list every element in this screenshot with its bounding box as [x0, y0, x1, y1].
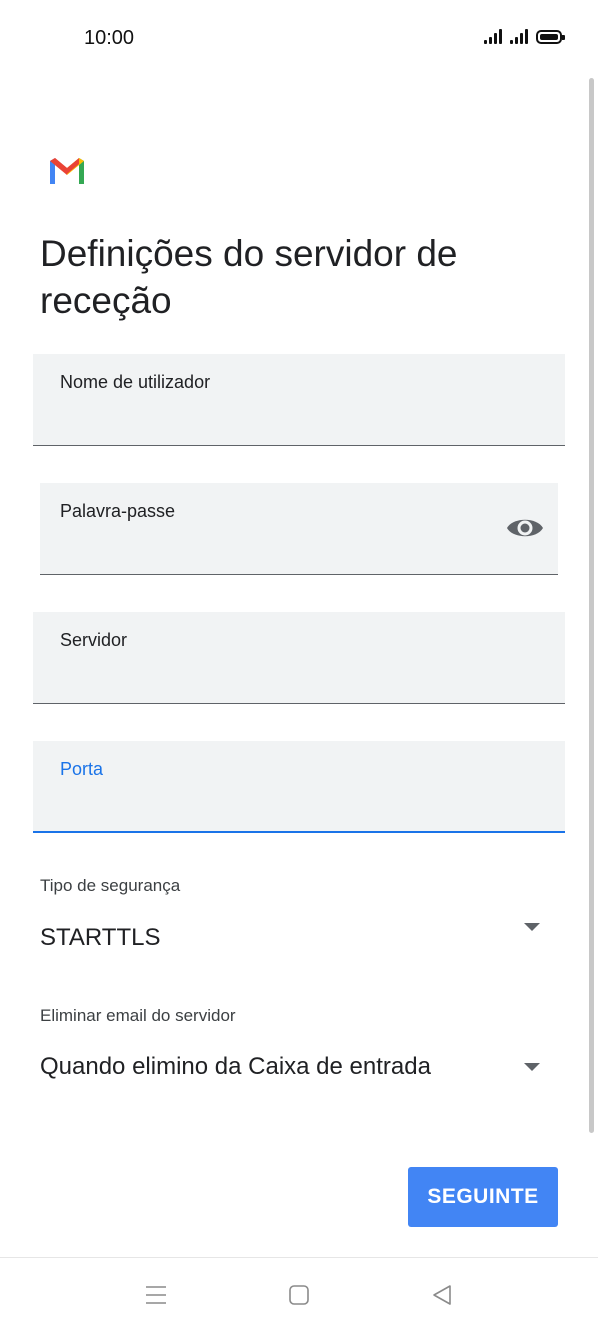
menu-icon[interactable]	[141, 1280, 171, 1310]
home-square-icon[interactable]	[284, 1280, 314, 1310]
status-icons	[484, 28, 565, 44]
signal-icon	[510, 28, 528, 44]
delete-email-value: Quando elimino da Caixa de entrada	[40, 1053, 431, 1080]
battery-icon	[536, 30, 565, 44]
caret-down-icon	[524, 923, 540, 931]
password-field[interactable]: Palavra-passe	[40, 483, 558, 575]
port-field[interactable]: Porta	[33, 741, 565, 833]
signal-icon	[484, 28, 502, 44]
caret-down-icon	[524, 1063, 540, 1071]
port-label: Porta	[60, 759, 104, 779]
server-input[interactable]	[60, 663, 505, 693]
delete-email-label: Eliminar email do servidor	[40, 1006, 236, 1025]
navigation-bar	[0, 1258, 598, 1330]
status-time: 10:00	[84, 27, 135, 49]
port-input[interactable]	[60, 791, 505, 821]
gmail-logo-icon	[50, 158, 84, 184]
username-label: Nome de utilizador	[60, 372, 211, 392]
password-label: Palavra-passe	[60, 501, 176, 521]
security-type-label: Tipo de segurança	[40, 876, 181, 895]
security-type-select[interactable]: STARTTLS	[33, 910, 565, 966]
username-input[interactable]	[60, 405, 505, 435]
page-title: Definições do servidor de receção	[40, 233, 458, 321]
scrollbar[interactable]	[589, 78, 594, 1133]
security-type-value: STARTTLS	[40, 924, 161, 951]
server-label: Servidor	[60, 630, 128, 650]
delete-email-select[interactable]: Quando elimino da Caixa de entrada	[33, 1040, 565, 1096]
back-triangle-icon[interactable]	[427, 1280, 457, 1310]
server-field[interactable]: Servidor	[33, 612, 565, 704]
eye-icon[interactable]	[506, 515, 544, 541]
username-field[interactable]: Nome de utilizador	[33, 354, 565, 446]
status-bar: 10:00	[0, 0, 598, 80]
password-input[interactable]	[60, 534, 498, 564]
next-button[interactable]: SEGUINTE	[408, 1167, 558, 1227]
